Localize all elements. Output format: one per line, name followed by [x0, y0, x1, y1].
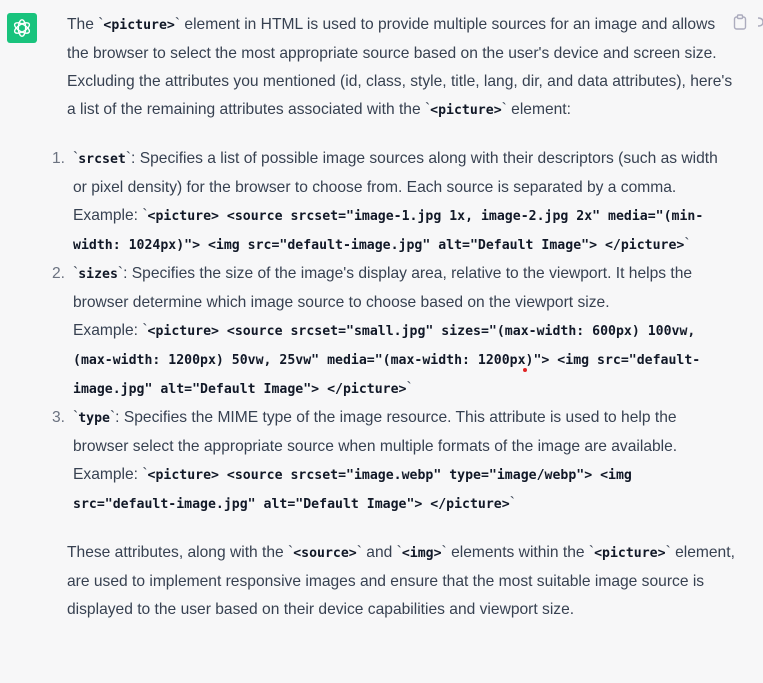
attribute-name: sizes: [78, 267, 118, 282]
list-number: 3.: [52, 409, 66, 426]
list-item: 3. `type`: Specifies the MIME type of th…: [52, 404, 735, 519]
inline-code: <picture>: [594, 546, 666, 561]
example-line: Example: `<picture> <source srcset="imag…: [73, 466, 632, 512]
cursor-dot: [523, 368, 527, 372]
example-code: <picture> <source srcset="small.jpg" siz…: [73, 324, 701, 397]
attribute-name: srcset: [78, 152, 126, 167]
attribute-list: 1. `srcset`: Specifies a list of possibl…: [52, 145, 735, 519]
list-item: 2. `sizes`: Specifies the size of the im…: [52, 260, 735, 404]
assistant-avatar: [7, 13, 37, 43]
inline-code: <picture>: [430, 103, 502, 118]
intro-paragraph: The `<picture>` element in HTML is used …: [67, 16, 733, 118]
attribute-description: `: Specifies the size of the image's dis…: [73, 265, 693, 311]
attribute-description: `: Specifies a list of possible image so…: [73, 150, 718, 196]
example-code: <picture> <source srcset="image-1.jpg 1x…: [73, 209, 704, 253]
list-number: 1.: [52, 150, 66, 167]
inline-code: <source>: [293, 546, 357, 561]
list-number: 2.: [52, 265, 66, 282]
attribute-description: `: Specifies the MIME type of the image …: [73, 409, 678, 455]
example-line: Example: `<picture> <source srcset="imag…: [73, 207, 704, 253]
assistant-message: The `<picture>` element in HTML is used …: [0, 0, 763, 683]
clipboard-icon[interactable]: [733, 14, 747, 30]
partial-icon[interactable]: [756, 14, 763, 30]
attribute-name: type: [78, 411, 110, 426]
outro-paragraph: These attributes, along with the `<sourc…: [67, 544, 735, 618]
list-item: 1. `srcset`: Specifies a list of possibl…: [52, 145, 735, 260]
example-code: <picture> <source srcset="image.webp" ty…: [73, 468, 632, 512]
openai-logo-icon: [13, 19, 31, 37]
inline-code: <picture>: [103, 18, 175, 33]
message-content: The `<picture>` element in HTML is used …: [52, 11, 735, 624]
inline-code: <img>: [401, 546, 442, 561]
example-line: Example: `<picture> <source srcset="smal…: [73, 322, 701, 397]
